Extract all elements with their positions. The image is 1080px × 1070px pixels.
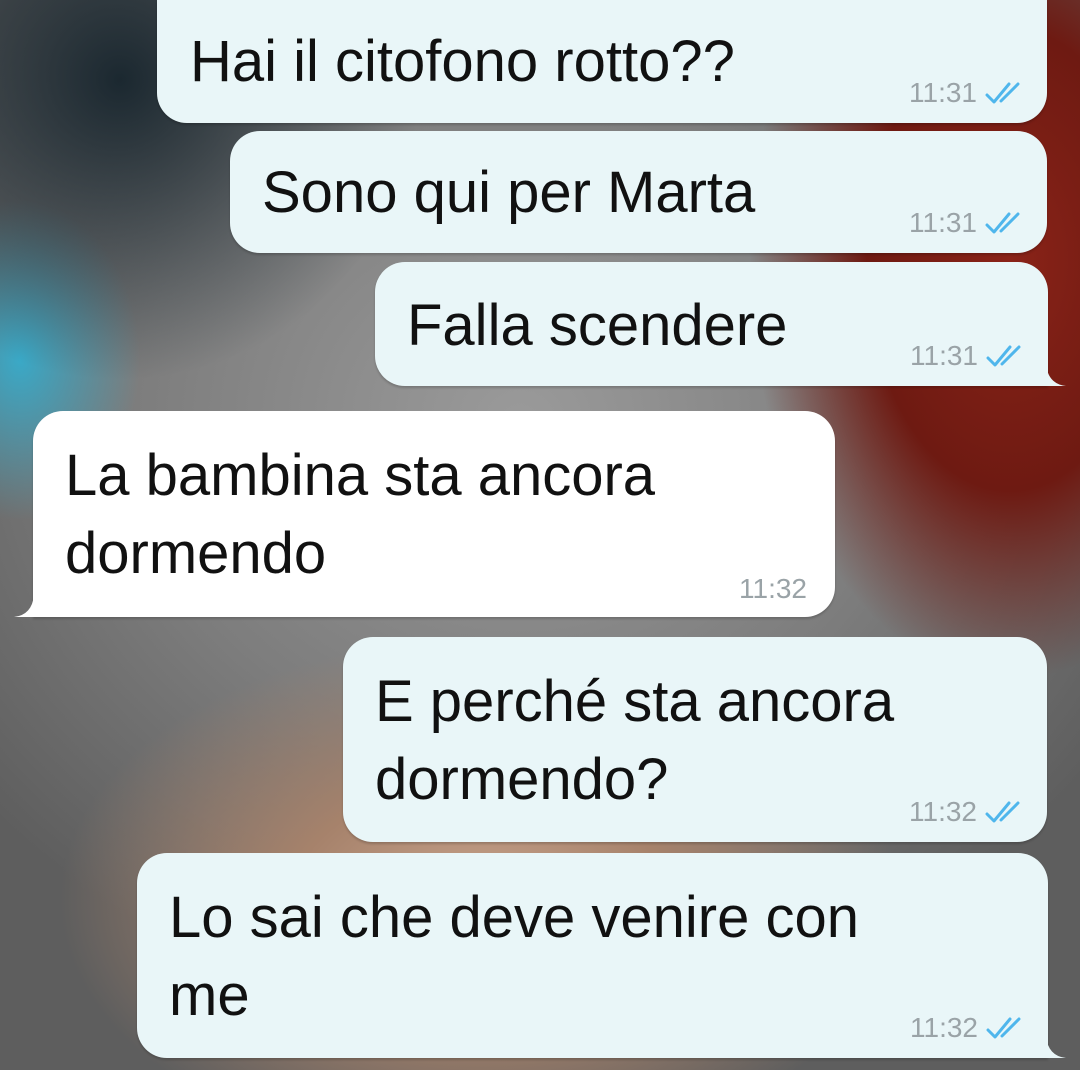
message-time: 11:32 — [909, 796, 977, 827]
double-check-icon — [985, 82, 1020, 104]
message-text-line1: La bambina sta ancora — [65, 443, 656, 508]
message-text-line2: dormendo? — [375, 747, 669, 812]
message-text-line2: dormendo — [65, 521, 327, 586]
double-check-icon — [985, 212, 1020, 234]
incoming-message[interactable]: La bambina sta ancora dormendo 11:32 — [33, 411, 835, 617]
double-check-icon — [985, 801, 1020, 823]
message-text-line1: Lo sai che deve venire con — [169, 885, 859, 950]
message-time: 11:31 — [909, 77, 977, 108]
message-time: 11:32 — [910, 1012, 978, 1043]
message-text-line2: me — [169, 963, 250, 1028]
message-time: 11:31 — [910, 340, 978, 371]
outgoing-message[interactable]: Falla scendere 11:31 — [375, 262, 1048, 386]
message-meta: 11:32 — [909, 796, 1025, 828]
outgoing-message[interactable]: Hai il citofono rotto?? 11:31 — [157, 0, 1047, 123]
outgoing-message[interactable]: E perché sta ancora dormendo? 11:32 — [343, 637, 1047, 842]
bubble-tail — [14, 595, 34, 617]
message-meta: 11:31 — [909, 207, 1025, 239]
message-time: 11:32 — [739, 573, 807, 604]
message-text: Hai il citofono rotto?? — [190, 29, 735, 94]
message-meta: 11:31 — [910, 340, 1026, 372]
double-check-icon — [986, 345, 1021, 367]
message-text: Falla scendere — [407, 293, 788, 358]
bubble-tail — [1046, 1036, 1066, 1058]
outgoing-message[interactable]: Sono qui per Marta 11:31 — [230, 131, 1047, 253]
message-time: 11:31 — [909, 207, 977, 238]
chat-background: Hai il citofono rotto?? 11:31 Sono qui p… — [0, 0, 1080, 1070]
message-meta: 11:32 — [910, 1012, 1026, 1044]
bubble-tail — [1046, 364, 1066, 386]
message-text: Sono qui per Marta — [262, 160, 756, 225]
message-text-line1: E perché sta ancora — [375, 669, 895, 734]
message-meta: 11:31 — [909, 77, 1025, 109]
double-check-icon — [986, 1017, 1021, 1039]
outgoing-message[interactable]: Lo sai che deve venire con me 11:32 — [137, 853, 1048, 1058]
message-meta: 11:32 — [739, 573, 807, 605]
